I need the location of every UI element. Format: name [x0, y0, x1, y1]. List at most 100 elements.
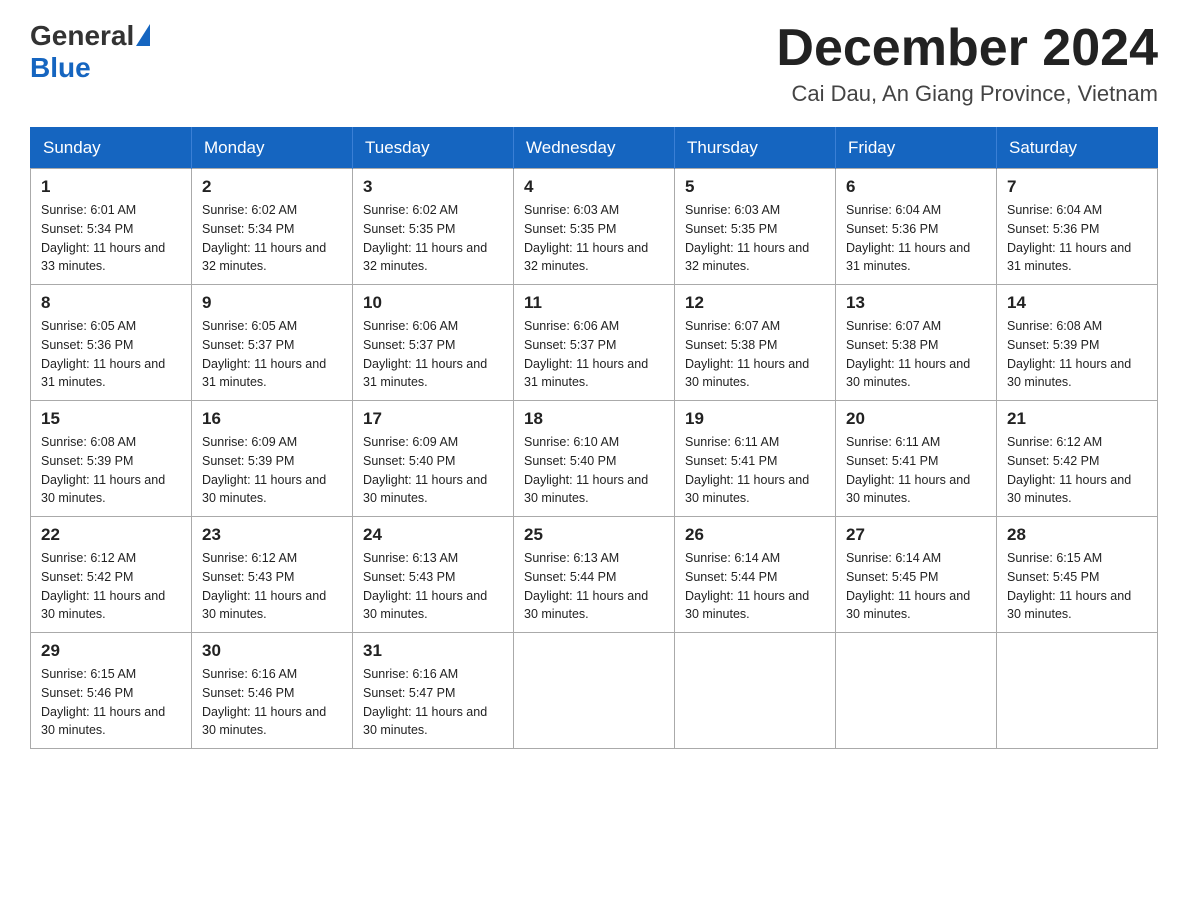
logo: General Blue	[30, 20, 150, 84]
calendar-header-row: SundayMondayTuesdayWednesdayThursdayFrid…	[31, 128, 1158, 169]
day-number: 6	[846, 177, 986, 197]
logo-triangle-icon	[136, 24, 150, 46]
day-number: 5	[685, 177, 825, 197]
day-number: 11	[524, 293, 664, 313]
day-info: Sunrise: 6:04 AM Sunset: 5:36 PM Dayligh…	[846, 201, 986, 276]
day-number: 30	[202, 641, 342, 661]
day-number: 28	[1007, 525, 1147, 545]
day-number: 2	[202, 177, 342, 197]
calendar-cell: 7 Sunrise: 6:04 AM Sunset: 5:36 PM Dayli…	[997, 169, 1158, 285]
calendar-cell: 31 Sunrise: 6:16 AM Sunset: 5:47 PM Dayl…	[353, 633, 514, 749]
day-info: Sunrise: 6:13 AM Sunset: 5:44 PM Dayligh…	[524, 549, 664, 624]
day-number: 4	[524, 177, 664, 197]
calendar-cell: 6 Sunrise: 6:04 AM Sunset: 5:36 PM Dayli…	[836, 169, 997, 285]
day-number: 7	[1007, 177, 1147, 197]
calendar-cell: 13 Sunrise: 6:07 AM Sunset: 5:38 PM Dayl…	[836, 285, 997, 401]
day-number: 24	[363, 525, 503, 545]
day-number: 27	[846, 525, 986, 545]
calendar-cell: 20 Sunrise: 6:11 AM Sunset: 5:41 PM Dayl…	[836, 401, 997, 517]
day-number: 12	[685, 293, 825, 313]
day-number: 29	[41, 641, 181, 661]
calendar-cell: 15 Sunrise: 6:08 AM Sunset: 5:39 PM Dayl…	[31, 401, 192, 517]
day-info: Sunrise: 6:14 AM Sunset: 5:45 PM Dayligh…	[846, 549, 986, 624]
day-info: Sunrise: 6:16 AM Sunset: 5:46 PM Dayligh…	[202, 665, 342, 740]
day-number: 8	[41, 293, 181, 313]
calendar-cell: 9 Sunrise: 6:05 AM Sunset: 5:37 PM Dayli…	[192, 285, 353, 401]
calendar-cell: 26 Sunrise: 6:14 AM Sunset: 5:44 PM Dayl…	[675, 517, 836, 633]
day-info: Sunrise: 6:02 AM Sunset: 5:34 PM Dayligh…	[202, 201, 342, 276]
calendar-cell: 1 Sunrise: 6:01 AM Sunset: 5:34 PM Dayli…	[31, 169, 192, 285]
day-info: Sunrise: 6:06 AM Sunset: 5:37 PM Dayligh…	[524, 317, 664, 392]
week-row-4: 22 Sunrise: 6:12 AM Sunset: 5:42 PM Dayl…	[31, 517, 1158, 633]
day-number: 22	[41, 525, 181, 545]
calendar-cell	[836, 633, 997, 749]
day-info: Sunrise: 6:08 AM Sunset: 5:39 PM Dayligh…	[1007, 317, 1147, 392]
day-info: Sunrise: 6:03 AM Sunset: 5:35 PM Dayligh…	[685, 201, 825, 276]
logo-general: General	[30, 20, 134, 52]
day-info: Sunrise: 6:12 AM Sunset: 5:43 PM Dayligh…	[202, 549, 342, 624]
calendar-cell: 30 Sunrise: 6:16 AM Sunset: 5:46 PM Dayl…	[192, 633, 353, 749]
day-number: 1	[41, 177, 181, 197]
day-number: 15	[41, 409, 181, 429]
calendar-cell: 19 Sunrise: 6:11 AM Sunset: 5:41 PM Dayl…	[675, 401, 836, 517]
day-number: 10	[363, 293, 503, 313]
day-info: Sunrise: 6:02 AM Sunset: 5:35 PM Dayligh…	[363, 201, 503, 276]
calendar-cell: 25 Sunrise: 6:13 AM Sunset: 5:44 PM Dayl…	[514, 517, 675, 633]
day-number: 21	[1007, 409, 1147, 429]
calendar-cell: 11 Sunrise: 6:06 AM Sunset: 5:37 PM Dayl…	[514, 285, 675, 401]
day-number: 3	[363, 177, 503, 197]
calendar-cell: 21 Sunrise: 6:12 AM Sunset: 5:42 PM Dayl…	[997, 401, 1158, 517]
day-number: 18	[524, 409, 664, 429]
calendar-cell: 27 Sunrise: 6:14 AM Sunset: 5:45 PM Dayl…	[836, 517, 997, 633]
day-info: Sunrise: 6:08 AM Sunset: 5:39 PM Dayligh…	[41, 433, 181, 508]
day-info: Sunrise: 6:11 AM Sunset: 5:41 PM Dayligh…	[685, 433, 825, 508]
calendar-cell: 22 Sunrise: 6:12 AM Sunset: 5:42 PM Dayl…	[31, 517, 192, 633]
day-info: Sunrise: 6:01 AM Sunset: 5:34 PM Dayligh…	[41, 201, 181, 276]
header-monday: Monday	[192, 128, 353, 169]
calendar-cell: 4 Sunrise: 6:03 AM Sunset: 5:35 PM Dayli…	[514, 169, 675, 285]
day-number: 25	[524, 525, 664, 545]
day-info: Sunrise: 6:07 AM Sunset: 5:38 PM Dayligh…	[685, 317, 825, 392]
calendar-cell	[514, 633, 675, 749]
week-row-2: 8 Sunrise: 6:05 AM Sunset: 5:36 PM Dayli…	[31, 285, 1158, 401]
day-info: Sunrise: 6:05 AM Sunset: 5:37 PM Dayligh…	[202, 317, 342, 392]
day-number: 16	[202, 409, 342, 429]
day-number: 13	[846, 293, 986, 313]
calendar-cell: 5 Sunrise: 6:03 AM Sunset: 5:35 PM Dayli…	[675, 169, 836, 285]
logo-blue: Blue	[30, 52, 91, 84]
week-row-5: 29 Sunrise: 6:15 AM Sunset: 5:46 PM Dayl…	[31, 633, 1158, 749]
calendar-cell: 23 Sunrise: 6:12 AM Sunset: 5:43 PM Dayl…	[192, 517, 353, 633]
location-title: Cai Dau, An Giang Province, Vietnam	[776, 81, 1158, 107]
day-info: Sunrise: 6:11 AM Sunset: 5:41 PM Dayligh…	[846, 433, 986, 508]
header-sunday: Sunday	[31, 128, 192, 169]
day-info: Sunrise: 6:06 AM Sunset: 5:37 PM Dayligh…	[363, 317, 503, 392]
day-info: Sunrise: 6:13 AM Sunset: 5:43 PM Dayligh…	[363, 549, 503, 624]
day-info: Sunrise: 6:15 AM Sunset: 5:46 PM Dayligh…	[41, 665, 181, 740]
day-info: Sunrise: 6:16 AM Sunset: 5:47 PM Dayligh…	[363, 665, 503, 740]
day-info: Sunrise: 6:03 AM Sunset: 5:35 PM Dayligh…	[524, 201, 664, 276]
header-wednesday: Wednesday	[514, 128, 675, 169]
day-number: 31	[363, 641, 503, 661]
day-number: 20	[846, 409, 986, 429]
calendar-cell: 24 Sunrise: 6:13 AM Sunset: 5:43 PM Dayl…	[353, 517, 514, 633]
title-area: December 2024 Cai Dau, An Giang Province…	[776, 20, 1158, 107]
calendar-cell: 12 Sunrise: 6:07 AM Sunset: 5:38 PM Dayl…	[675, 285, 836, 401]
header-thursday: Thursday	[675, 128, 836, 169]
page-header: General Blue December 2024 Cai Dau, An G…	[30, 20, 1158, 107]
day-info: Sunrise: 6:15 AM Sunset: 5:45 PM Dayligh…	[1007, 549, 1147, 624]
day-number: 17	[363, 409, 503, 429]
header-friday: Friday	[836, 128, 997, 169]
calendar-cell: 18 Sunrise: 6:10 AM Sunset: 5:40 PM Dayl…	[514, 401, 675, 517]
day-number: 23	[202, 525, 342, 545]
day-info: Sunrise: 6:07 AM Sunset: 5:38 PM Dayligh…	[846, 317, 986, 392]
day-info: Sunrise: 6:12 AM Sunset: 5:42 PM Dayligh…	[1007, 433, 1147, 508]
month-title: December 2024	[776, 20, 1158, 77]
calendar-cell: 3 Sunrise: 6:02 AM Sunset: 5:35 PM Dayli…	[353, 169, 514, 285]
calendar-cell: 8 Sunrise: 6:05 AM Sunset: 5:36 PM Dayli…	[31, 285, 192, 401]
week-row-1: 1 Sunrise: 6:01 AM Sunset: 5:34 PM Dayli…	[31, 169, 1158, 285]
day-number: 26	[685, 525, 825, 545]
calendar-cell: 28 Sunrise: 6:15 AM Sunset: 5:45 PM Dayl…	[997, 517, 1158, 633]
calendar-cell: 2 Sunrise: 6:02 AM Sunset: 5:34 PM Dayli…	[192, 169, 353, 285]
day-info: Sunrise: 6:04 AM Sunset: 5:36 PM Dayligh…	[1007, 201, 1147, 276]
logo-text: General	[30, 20, 150, 52]
